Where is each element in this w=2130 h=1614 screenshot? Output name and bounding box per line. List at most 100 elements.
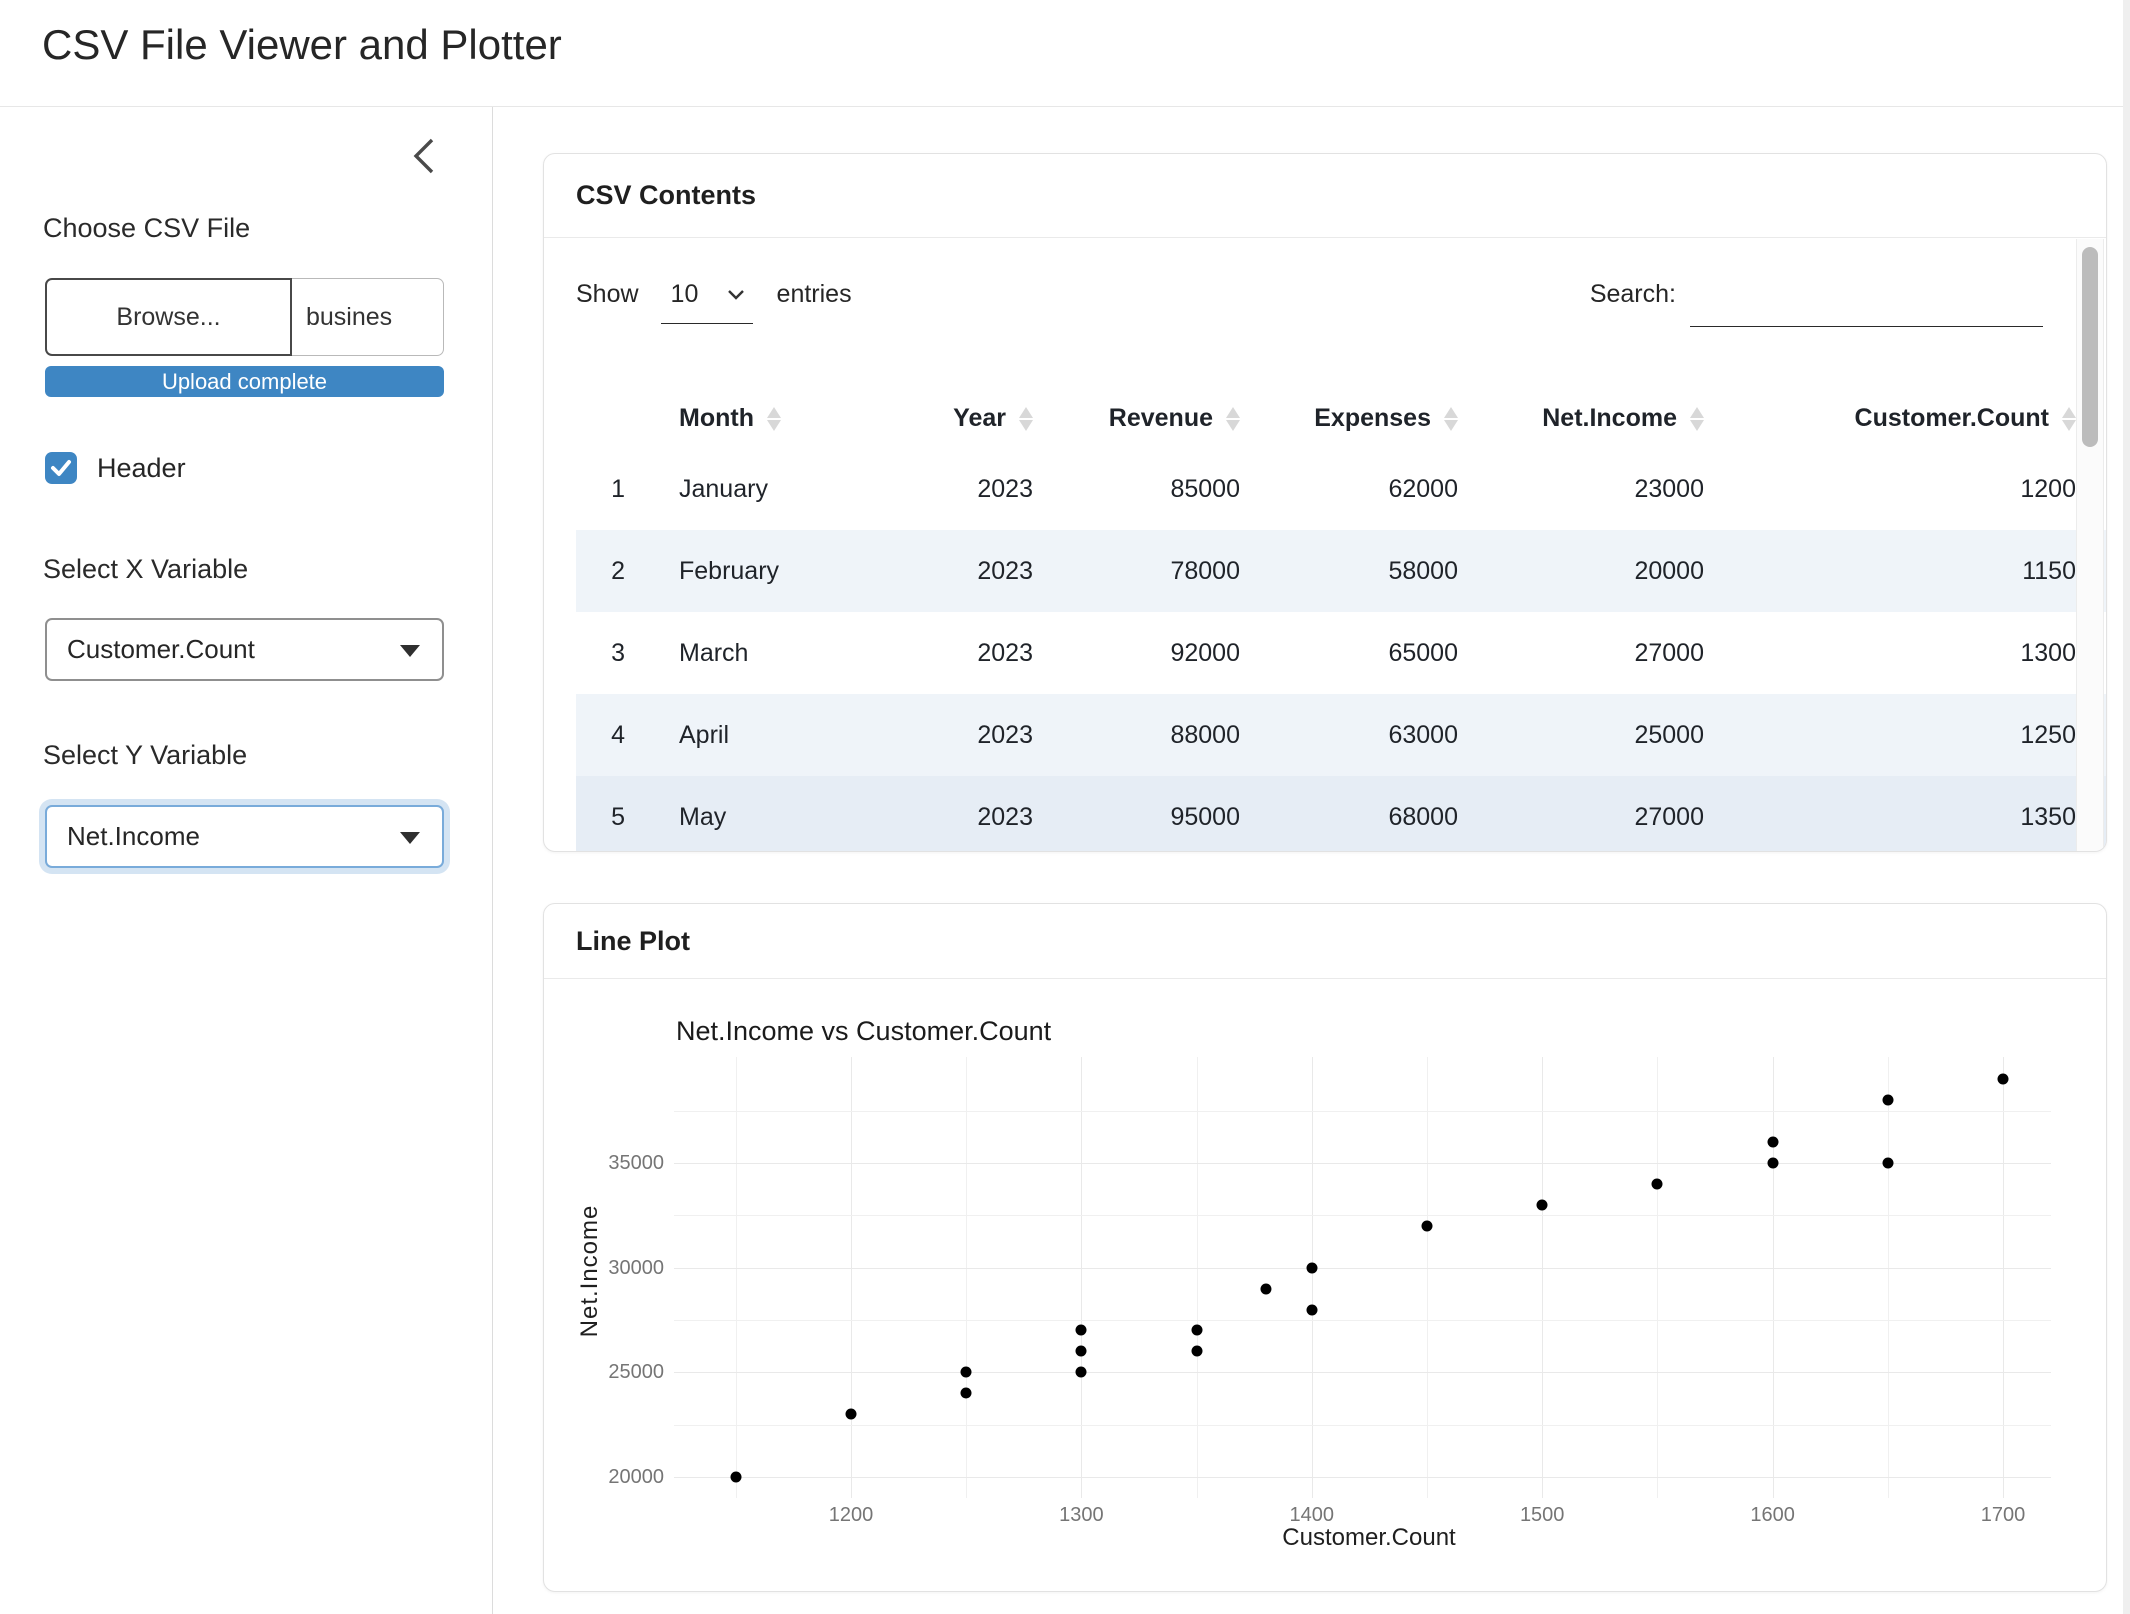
caret-down-icon — [400, 832, 420, 844]
table-row: 2 February 2023 78000 58000 20000 1150 — [576, 530, 2106, 612]
page-length-select[interactable]: 10 — [661, 280, 753, 324]
sort-icon — [1690, 406, 1704, 432]
csv-table: Month Year Revenue Expenses Net.Income C… — [576, 388, 2106, 852]
cell-net-income: 20000 — [1459, 530, 1705, 612]
page-scrollbar[interactable] — [2123, 0, 2130, 1614]
plot-card-header: Line Plot — [544, 904, 2106, 979]
gridline-x — [1081, 1057, 1082, 1498]
col-header-net-income[interactable]: Net.Income — [1459, 388, 1705, 448]
browse-button[interactable]: Browse... — [45, 278, 292, 356]
table-row: 5 May 2023 95000 68000 27000 1350 — [576, 776, 2106, 852]
check-icon — [48, 456, 74, 480]
cell-revenue: 85000 — [1034, 448, 1241, 530]
cell-customer-count: 1150 — [1705, 530, 2106, 612]
data-point — [1076, 1346, 1087, 1357]
col-label: Revenue — [1109, 404, 1213, 432]
cell-net-income: 27000 — [1459, 776, 1705, 852]
data-point — [1652, 1178, 1663, 1189]
gridline-x — [2003, 1057, 2004, 1498]
cell-customer-count: 1300 — [1705, 612, 2106, 694]
cell-month: May — [641, 776, 896, 852]
cell-expenses: 63000 — [1241, 694, 1459, 776]
plot-card-title: Line Plot — [576, 926, 690, 957]
col-header-month[interactable]: Month — [641, 388, 896, 448]
sort-icon — [1444, 406, 1458, 432]
top-header: CSV File Viewer and Plotter — [0, 0, 2130, 107]
header-checkbox[interactable] — [45, 452, 77, 484]
gridline-y-minor — [674, 1320, 2051, 1321]
x-variable-label: Select X Variable — [43, 554, 248, 585]
chart-title: Net.Income vs Customer.Count — [676, 1016, 1051, 1047]
cell-index: 3 — [576, 612, 641, 694]
cell-net-income: 23000 — [1459, 448, 1705, 530]
data-point — [1882, 1158, 1893, 1169]
plot-panel — [674, 1057, 2051, 1498]
header-checkbox-row: Header — [45, 452, 186, 484]
gridline-y — [674, 1477, 2051, 1478]
y-variable-label: Select Y Variable — [43, 740, 247, 771]
search-label: Search: — [1590, 280, 1676, 309]
file-input-label: Choose CSV File — [43, 213, 250, 244]
gridline-y — [674, 1163, 2051, 1164]
data-point — [1306, 1304, 1317, 1315]
table-search-control: Search: — [1590, 280, 2043, 327]
sort-icon — [2062, 406, 2076, 432]
cell-index: 5 — [576, 776, 641, 852]
data-point — [1306, 1262, 1317, 1273]
page-title: CSV File Viewer and Plotter — [42, 21, 562, 69]
col-label: Expenses — [1314, 404, 1431, 432]
sort-icon — [767, 406, 781, 432]
gridline-x-minor — [1888, 1057, 1889, 1498]
gridline-x — [1542, 1057, 1543, 1498]
cell-year: 2023 — [896, 776, 1034, 852]
sort-icon — [1019, 406, 1033, 432]
data-point — [1076, 1325, 1087, 1336]
y-variable-select[interactable]: Net.Income — [45, 805, 444, 868]
col-header-customer-count[interactable]: Customer.Count — [1705, 388, 2106, 448]
sidebar-collapse-button[interactable] — [404, 131, 448, 179]
caret-down-icon — [400, 645, 420, 657]
data-point — [1260, 1283, 1271, 1294]
y-tick-label: 30000 — [544, 1256, 664, 1280]
data-point — [1767, 1158, 1778, 1169]
x-axis-label: Customer.Count — [1282, 1524, 1455, 1552]
upload-progress-bar: Upload complete — [45, 366, 444, 397]
gridline-x-minor — [1657, 1057, 1658, 1498]
cell-month: January — [641, 448, 896, 530]
page-length-value: 10 — [671, 280, 699, 309]
gridline-x — [1773, 1057, 1774, 1498]
gridline-x-minor — [966, 1057, 967, 1498]
header-checkbox-label: Header — [97, 453, 186, 484]
x-variable-value: Customer.Count — [67, 634, 255, 665]
col-header-revenue[interactable]: Revenue — [1034, 388, 1241, 448]
x-variable-select[interactable]: Customer.Count — [45, 618, 444, 681]
col-label: Month — [679, 404, 754, 432]
y-tick-label: 35000 — [544, 1151, 664, 1175]
y-tick-label: 25000 — [544, 1360, 664, 1384]
table-row: 4 April 2023 88000 63000 25000 1250 — [576, 694, 2106, 776]
show-label: Show — [576, 280, 639, 309]
table-length-control: Show 10 entries — [576, 280, 852, 324]
cell-expenses: 65000 — [1241, 612, 1459, 694]
data-point — [1076, 1367, 1087, 1378]
cell-expenses: 68000 — [1241, 776, 1459, 852]
chevron-left-icon — [404, 131, 448, 179]
gridline-x-minor — [1427, 1057, 1428, 1498]
cell-year: 2023 — [896, 448, 1034, 530]
table-scrollbar-thumb[interactable] — [2082, 247, 2098, 447]
col-header-expenses[interactable]: Expenses — [1241, 388, 1459, 448]
gridline-x-minor — [1197, 1057, 1198, 1498]
gridline-x — [1312, 1057, 1313, 1498]
cell-revenue: 88000 — [1034, 694, 1241, 776]
gridline-y — [674, 1372, 2051, 1373]
cell-customer-count: 1250 — [1705, 694, 2106, 776]
table-scrollbar-track[interactable] — [2076, 239, 2104, 852]
cell-index: 4 — [576, 694, 641, 776]
table-row: 3 March 2023 92000 65000 27000 1300 — [576, 612, 2106, 694]
col-header-year[interactable]: Year — [896, 388, 1034, 448]
file-name-field[interactable]: busines — [292, 278, 444, 356]
cell-net-income: 25000 — [1459, 694, 1705, 776]
search-input[interactable] — [1690, 280, 2043, 327]
data-point — [730, 1472, 741, 1483]
data-point — [1191, 1346, 1202, 1357]
